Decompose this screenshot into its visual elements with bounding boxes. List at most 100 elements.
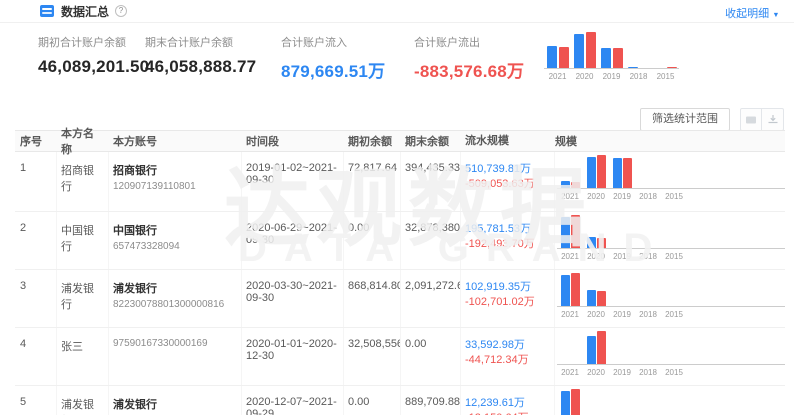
chart-year-label: 2021 xyxy=(544,72,571,81)
cell-own-name: 招商银行 xyxy=(57,152,109,211)
chart-year-group xyxy=(557,273,583,306)
stat-label: 期初合计账户余额 xyxy=(38,34,145,50)
chart-year-labels: 20212020201920182015 xyxy=(557,365,785,377)
chart-year-group xyxy=(557,181,583,188)
column-header-8: 规模 xyxy=(555,133,785,149)
chart-year-label: 2018 xyxy=(625,72,652,81)
cell-scale-chart: 20212020201920182015 xyxy=(555,212,785,269)
cell-own-account: 97590167330000169 xyxy=(109,328,242,385)
outflow-bar xyxy=(613,48,623,68)
mini-bar-chart: 20212020201920182015 xyxy=(557,156,785,201)
outflow-bar xyxy=(597,155,606,188)
chart-year-label: 2015 xyxy=(652,72,679,81)
cell-begin-balance: 32,508,556.25 xyxy=(344,328,401,385)
summary-stat: 期初合计账户余额46,089,201.50 xyxy=(38,34,145,82)
chart-year-label: 2018 xyxy=(635,192,661,201)
cell-end-balance: 0.00 xyxy=(401,328,461,385)
toolbar-button-group xyxy=(740,108,784,131)
mini-bar-chart: 20212020201920182015 xyxy=(557,274,785,319)
cell-own-account: 中国银行657473328094 xyxy=(109,212,242,269)
chart-year-label: 2020 xyxy=(583,192,609,201)
inflow-bar xyxy=(561,217,570,248)
chart-year-group xyxy=(571,32,598,68)
chart-year-label: 2015 xyxy=(661,252,687,261)
chart-bars xyxy=(557,216,785,249)
column-header-1: 序号 xyxy=(15,133,57,149)
inflow-bar xyxy=(547,46,557,68)
page-title: 数据汇总 xyxy=(61,3,109,20)
summary-stats: 期初合计账户余额46,089,201.50期末合计账户余额46,058,888.… xyxy=(38,34,546,82)
cell-flow-scale: 33,592.98万 -44,712.34万 xyxy=(461,328,555,385)
chart-year-label: 2021 xyxy=(557,310,583,319)
outflow-bar xyxy=(559,47,569,68)
download-icon xyxy=(767,114,779,125)
collapse-details-label: 收起明细 xyxy=(725,8,769,20)
summary-card-icon xyxy=(40,5,54,17)
inflow-value: 102,919.35万 xyxy=(465,281,531,293)
inflow-bar xyxy=(561,275,570,306)
accounts-table: 序号本方名称本方账号时间段期初余额期末余额流水规模规模 1招商银行招商银行120… xyxy=(15,130,785,415)
chart-year-label: 2020 xyxy=(583,368,609,377)
collapse-details-link[interactable]: 收起明细▼ xyxy=(725,5,780,21)
outflow-bar xyxy=(597,331,606,364)
chart-year-label: 2021 xyxy=(557,252,583,261)
inflow-bar xyxy=(587,336,596,364)
cell-serial: 5 xyxy=(15,386,57,415)
cell-own-name: 张三 xyxy=(57,328,109,385)
inflow-value: 195,781.53万 xyxy=(465,223,531,235)
outflow-bar xyxy=(571,273,580,306)
cell-end-balance: 889,709.88 xyxy=(401,386,461,415)
outflow-value: -44,712.34万 xyxy=(465,354,529,366)
inflow-value: 33,592.98万 xyxy=(465,339,525,351)
stat-label: 期末合计账户余额 xyxy=(145,34,281,50)
chart-year-group xyxy=(583,290,609,306)
stat-value: 879,669.51万 xyxy=(281,57,414,82)
cell-period: 2019-01-02~2021-09-30 xyxy=(242,152,344,211)
inflow-bar xyxy=(574,34,584,68)
cell-period: 2020-01-01~2020-12-30 xyxy=(242,328,344,385)
outflow-bar xyxy=(571,389,580,415)
filter-range-button[interactable]: 筛选统计范围 xyxy=(640,108,730,131)
chart-year-label: 2019 xyxy=(609,310,635,319)
inflow-value: 510,739.81万 xyxy=(465,163,531,175)
chart-year-group xyxy=(583,331,609,364)
table-row: 3浦发银行浦发银行822300788013000008162020-03-30~… xyxy=(15,270,785,328)
inflow-value: 12,239.61万 xyxy=(465,397,525,409)
chart-bars xyxy=(557,332,785,365)
table-header-row: 序号本方名称本方账号时间段期初余额期末余额流水规模规模 xyxy=(15,130,785,152)
cell-begin-balance: 0.00 xyxy=(344,386,401,415)
chart-year-group xyxy=(544,46,571,68)
chart-year-labels: 20212020201920182015 xyxy=(557,307,785,319)
chart-year-labels: 20212020201920182015 xyxy=(544,69,679,81)
cell-end-balance: 394,435.33 xyxy=(401,152,461,211)
chart-year-group xyxy=(598,48,625,68)
mini-bar-chart: 20212020201920182015 xyxy=(557,390,785,415)
chart-bars xyxy=(557,156,785,189)
chart-bars xyxy=(557,274,785,307)
cell-flow-scale: 510,739.81万 -509,053.63万 xyxy=(461,152,555,211)
summary-stat: 合计账户流入879,669.51万 xyxy=(281,34,414,82)
card-view-button[interactable] xyxy=(740,108,762,131)
inflow-bar xyxy=(628,67,638,68)
cell-end-balance: 32,878,380.99 xyxy=(401,212,461,269)
account-bank-name: 中国银行 xyxy=(113,222,235,238)
column-header-5: 期初余额 xyxy=(344,133,401,149)
outflow-bar xyxy=(586,32,596,68)
chart-year-group xyxy=(583,237,609,248)
help-icon[interactable]: ? xyxy=(115,5,127,17)
stat-label: 合计账户流出 xyxy=(414,34,546,50)
account-bank-name: 浦发银行 xyxy=(113,280,235,296)
outflow-value: -192,493.70万 xyxy=(465,238,535,250)
cell-serial: 2 xyxy=(15,212,57,269)
cell-own-account: 浦发银行82230078801300000816 xyxy=(109,270,242,327)
cell-scale-chart: 20212020201920182015 xyxy=(555,152,785,211)
column-header-7: 流水规模 xyxy=(461,134,555,149)
column-header-4: 时间段 xyxy=(242,133,344,149)
download-button[interactable] xyxy=(762,108,784,131)
chart-year-label: 2019 xyxy=(598,72,625,81)
table-row: 2 中国银行中国银行6574733280942020-06-29~2021-09-… xyxy=(15,212,785,270)
cell-own-name: 浦发银行 xyxy=(57,386,109,415)
stat-value: -883,576.68万 xyxy=(414,57,546,82)
cell-period: 2020-06-29~2021-09-30 xyxy=(242,212,344,269)
mini-bar-chart: 20212020201920182015 xyxy=(544,33,679,81)
